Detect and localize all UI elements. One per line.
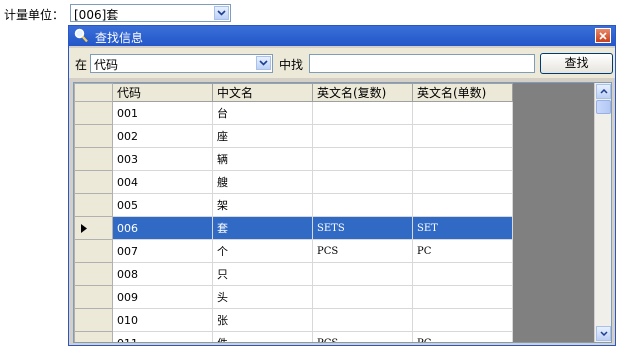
cell-code[interactable]: 008 [112, 262, 213, 286]
cell-cn[interactable]: 台 [212, 101, 313, 125]
row-indicator[interactable] [74, 147, 113, 171]
table-row[interactable]: 009 头 [74, 285, 513, 309]
cell-cn[interactable]: 辆 [212, 147, 313, 171]
results-table: 代码 中文名 英文名(复数) 英文名(单数) 001 台 002 座 003 辆 004 艘 0… [74, 83, 513, 342]
results-grid[interactable]: 代码 中文名 英文名(复数) 英文名(单数) 001 台 002 座 003 辆 004 艘 0… [73, 82, 612, 343]
scroll-down-icon[interactable] [596, 326, 611, 341]
cell-singular[interactable] [412, 101, 513, 125]
cell-singular[interactable] [412, 124, 513, 148]
cell-code[interactable]: 004 [112, 170, 213, 194]
cell-singular[interactable] [412, 147, 513, 171]
dialog-titlebar[interactable]: 查找信息 [69, 26, 615, 46]
cell-plural[interactable] [312, 262, 413, 286]
scroll-thumb[interactable] [596, 100, 611, 114]
cell-code[interactable]: 001 [112, 101, 213, 125]
cell-cn[interactable]: 件 [212, 331, 313, 342]
cell-singular[interactable] [412, 262, 513, 286]
cell-cn[interactable]: 只 [212, 262, 313, 286]
search-button[interactable]: 查找 [540, 53, 613, 74]
in-label: 在 [75, 58, 88, 72]
cell-cn[interactable]: 个 [212, 239, 313, 263]
cell-singular[interactable]: SET [412, 216, 513, 240]
magnifier-icon [74, 28, 88, 43]
find-label: 中找 [279, 58, 304, 72]
cell-plural[interactable] [312, 124, 413, 148]
table-row[interactable]: 007 个 PCS PC [74, 239, 513, 263]
cell-code[interactable]: 007 [112, 239, 213, 263]
scroll-up-icon[interactable] [596, 84, 611, 99]
field-select-value: 代码 [94, 58, 119, 72]
search-input[interactable] [309, 54, 535, 73]
header-indicator [74, 83, 113, 102]
cell-singular[interactable] [412, 285, 513, 309]
cell-cn[interactable]: 套 [212, 216, 313, 240]
cell-cn[interactable]: 架 [212, 193, 313, 217]
cell-singular[interactable] [412, 308, 513, 332]
table-row[interactable]: 001 台 [74, 101, 513, 125]
row-indicator[interactable] [74, 124, 113, 148]
search-bar: 在 代码 中找 查找 [69, 48, 615, 78]
cell-code[interactable]: 003 [112, 147, 213, 171]
row-indicator[interactable] [74, 170, 113, 194]
cell-plural[interactable] [312, 308, 413, 332]
column-header-plural[interactable]: 英文名(复数) [312, 83, 413, 102]
field-select[interactable]: 代码 [90, 54, 273, 73]
cell-plural[interactable] [312, 147, 413, 171]
unit-combo-value: [006]套 [74, 8, 119, 22]
table-row[interactable]: 004 艘 [74, 170, 513, 194]
dialog-title: 查找信息 [95, 31, 144, 45]
unit-combo[interactable]: [006]套 [70, 4, 231, 22]
cell-cn[interactable]: 座 [212, 124, 313, 148]
cell-code[interactable]: 011 [112, 331, 213, 342]
row-indicator[interactable] [74, 193, 113, 217]
column-header-code[interactable]: 代码 [112, 83, 213, 102]
cell-plural[interactable] [312, 193, 413, 217]
row-indicator[interactable] [74, 262, 113, 286]
row-pointer-icon [81, 223, 87, 233]
cell-cn[interactable]: 艘 [212, 170, 313, 194]
row-indicator[interactable] [74, 239, 113, 263]
cell-singular[interactable]: PC [412, 239, 513, 263]
cell-singular[interactable] [412, 170, 513, 194]
cell-plural[interactable]: SETS [312, 216, 413, 240]
header-row: 代码 中文名 英文名(复数) 英文名(单数) [74, 83, 513, 102]
row-indicator[interactable] [74, 216, 113, 240]
find-dialog: 查找信息 在 代码 中找 查找 代码 中文名 英文名(复数) 英文名(单数) 0… [68, 25, 616, 346]
row-indicator[interactable] [74, 308, 113, 332]
cell-singular[interactable] [412, 193, 513, 217]
cell-plural[interactable]: PCS [312, 331, 413, 342]
table-row[interactable]: 002 座 [74, 124, 513, 148]
table-row[interactable]: 003 辆 [74, 147, 513, 171]
row-indicator[interactable] [74, 285, 113, 309]
table-row[interactable]: 010 张 [74, 308, 513, 332]
vertical-scrollbar[interactable] [594, 83, 611, 342]
table-row[interactable]: 008 只 [74, 262, 513, 286]
cell-plural[interactable] [312, 285, 413, 309]
cell-code[interactable]: 002 [112, 124, 213, 148]
cell-singular[interactable]: PC [412, 331, 513, 342]
unit-label: 计量单位： [4, 8, 65, 22]
cell-plural[interactable] [312, 170, 413, 194]
chevron-down-icon[interactable] [214, 6, 229, 20]
column-header-singular[interactable]: 英文名(单数) [412, 83, 513, 102]
cell-code[interactable]: 005 [112, 193, 213, 217]
cell-code[interactable]: 010 [112, 308, 213, 332]
table-row[interactable]: 006 套 SETS SET [74, 216, 513, 240]
cell-cn[interactable]: 头 [212, 285, 313, 309]
table-row[interactable]: 005 架 [74, 193, 513, 217]
cell-plural[interactable]: PCS [312, 239, 413, 263]
cell-cn[interactable]: 张 [212, 308, 313, 332]
table-row[interactable]: 011件PCSPC [74, 331, 513, 342]
cell-plural[interactable] [312, 101, 413, 125]
row-indicator[interactable] [74, 101, 113, 125]
chevron-down-icon[interactable] [256, 56, 271, 70]
cell-code[interactable]: 006 [112, 216, 213, 240]
row-indicator[interactable] [74, 331, 113, 342]
column-header-cn[interactable]: 中文名 [212, 83, 313, 102]
cell-code[interactable]: 009 [112, 285, 213, 309]
close-icon[interactable] [595, 28, 611, 43]
